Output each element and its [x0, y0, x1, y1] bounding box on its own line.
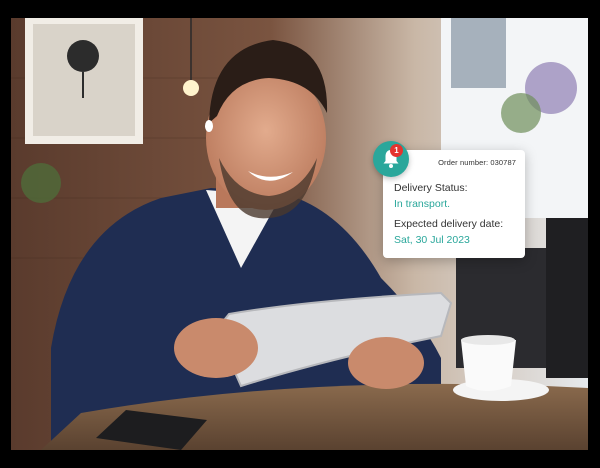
- delivery-status-label: Delivery Status:: [394, 182, 468, 194]
- delivery-status-value: In transport.: [394, 198, 451, 210]
- expected-delivery-date-value: Sat, 30 Jul 2023: [394, 234, 470, 246]
- notification-count-badge: 1: [390, 144, 403, 157]
- order-number: Order number: 030787: [438, 158, 516, 167]
- expected-delivery-date-label: Expected delivery date:: [394, 218, 504, 230]
